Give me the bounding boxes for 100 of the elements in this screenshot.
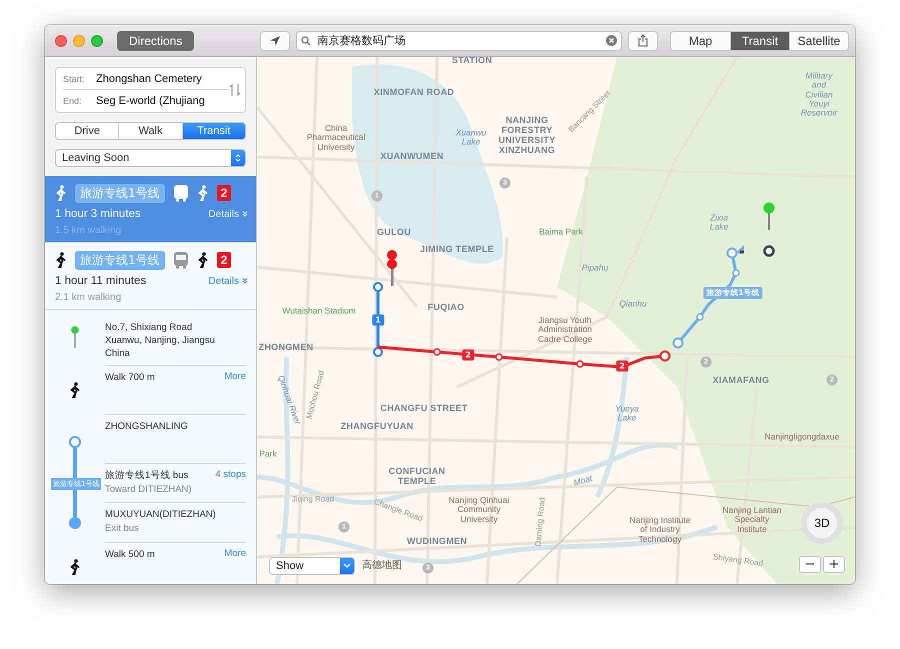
map-label: JIMING TEMPLE	[420, 245, 494, 255]
map-label: Nanjingligongdaxue	[764, 432, 840, 442]
walking-person-icon	[55, 185, 67, 201]
map-label: Jiqing Road	[292, 496, 334, 504]
search-field[interactable]: 南京赛格数码广场	[315, 33, 602, 48]
map-label: Nanjing Institute of Industry Technology	[630, 516, 690, 544]
route-option[interactable]: 旅游专线1号线 2 1 hour 3 minutes Details 1.5 km walking	[45, 176, 256, 243]
map-label: ZHANGFUYUAN	[340, 422, 414, 432]
pin-icon	[71, 326, 79, 348]
map-label: GULOU	[377, 228, 411, 238]
map-label: Wutaishan Stadium	[282, 306, 356, 316]
map-label: Military and Civilian Youyi Reservoir	[800, 72, 838, 118]
line-badge: 2	[616, 360, 628, 372]
line-number-tag: 2	[216, 252, 232, 268]
line-number-tag: 2	[216, 185, 232, 201]
map-label: Baima Park	[539, 227, 583, 237]
location-arrow-icon	[269, 34, 282, 46]
walking-person-icon	[55, 252, 67, 268]
map-label: Jiangsu Youth Administration Cadre College	[538, 316, 592, 344]
map-label: Park	[259, 449, 277, 459]
map-label: WUDINGMEN	[406, 537, 468, 547]
step-subtitle: Exit bus	[105, 523, 140, 534]
map-label: Pipahu	[582, 263, 608, 273]
field-label: End:	[63, 96, 83, 106]
chevron-down-icon	[343, 563, 351, 569]
view-tab[interactable]: Satellite	[789, 32, 848, 50]
map-label: XINMOFAN ROAD	[374, 88, 454, 98]
map-label: Xuanwu Lake	[456, 128, 486, 148]
chevron-down-icon	[242, 278, 248, 284]
start-field[interactable]: Zhongshan Cemetery	[96, 72, 221, 84]
map-label: Qianhu	[619, 299, 647, 309]
search-bar[interactable]: 南京赛格数码广场	[296, 30, 622, 50]
map-label: Shiyang Road	[712, 553, 764, 569]
walking-person-icon	[69, 382, 81, 398]
map-label: XUANWUMEN	[380, 152, 444, 162]
step-title: No.7, Shixiang Road Xuanwu, Nanjing, Jiangsu China	[105, 321, 216, 360]
map-label: Yueya Lake	[615, 404, 639, 424]
mode-tab[interactable]: Drive	[56, 123, 118, 139]
directions-button[interactable]: Directions	[117, 30, 194, 50]
walking-person-icon	[69, 559, 81, 575]
map-label: CHANGFU STREET	[380, 404, 468, 414]
walking-person-icon	[196, 185, 209, 201]
map-label: CONFUCIAN TEMPLE	[388, 467, 446, 487]
step-title: Walk 500 m	[105, 548, 155, 561]
bus-icon	[172, 184, 189, 202]
map-label: XIAMAFANG	[712, 376, 770, 386]
map-label: China Pharmaceutical University	[306, 124, 366, 152]
map-label: ZHONGMEN	[258, 343, 314, 353]
pin-icon	[386, 250, 398, 286]
zoom-button[interactable]	[91, 34, 103, 46]
route-end-icon	[763, 245, 775, 257]
line-tag: 旅游专线1号线	[75, 184, 165, 202]
map-label: NANJING FORESTRY UNIVERSITY XINZHUANG	[498, 116, 556, 156]
updown-icon	[235, 153, 241, 163]
mode-tab[interactable]: Transit	[182, 123, 245, 139]
line-tag: 旅游专线1号线	[75, 250, 165, 270]
route-duration: 1 hour 3 minutes	[55, 208, 141, 220]
route-duration: 1 hour 11 minutes	[55, 275, 146, 287]
map-label: Moat	[572, 474, 594, 488]
share-button[interactable]	[628, 30, 658, 50]
route-option[interactable]: 旅游专线1号线 2 1 hour 11 minutes Details 2.1 km walking	[45, 243, 256, 310]
provider-logo: 高德地图	[362, 558, 402, 572]
walking-person-icon	[196, 252, 209, 268]
map-label: Mochou Road	[305, 370, 327, 420]
view-tab[interactable]: Transit	[730, 32, 789, 50]
stop-circle-icon	[69, 436, 81, 448]
step-title: Walk 700 m	[105, 371, 155, 384]
show-select[interactable]: Show	[269, 557, 355, 575]
share-icon	[638, 34, 648, 47]
walking-distance: 2.1 km walking	[55, 292, 122, 303]
step-title: MUXUYUAN(DITIEZHAN)	[105, 508, 216, 521]
search-icon	[301, 36, 312, 46]
field-label: Start:	[63, 74, 86, 84]
step-title: ZHONGSHANLING	[105, 420, 188, 433]
swap-icon[interactable]	[229, 83, 241, 97]
map-label: Nanjing Lantian Specialty Institute	[722, 506, 782, 534]
line-badge: 2	[462, 350, 474, 360]
stop-dot-icon	[69, 517, 81, 529]
step-subtitle: Toward DITIEZHAN)	[105, 484, 192, 495]
map-label: FUQIAO	[428, 303, 464, 313]
chevron-down-icon	[242, 211, 248, 217]
view-tab[interactable]: Map	[671, 32, 730, 50]
zoom-out-button[interactable]: −	[799, 556, 821, 573]
clear-icon[interactable]	[606, 35, 618, 46]
minimize-button[interactable]	[73, 34, 85, 46]
line-badge: 1	[372, 314, 384, 326]
time-select[interactable]: Leaving Soon	[55, 149, 246, 167]
map-label: Daming Road	[534, 497, 548, 547]
map-label: Zixia Lake	[710, 214, 728, 232]
walking-distance: 1.5 km walking	[55, 225, 122, 236]
close-button[interactable]	[55, 34, 67, 46]
map-label: Nanjing Qinhuai Community University	[448, 496, 510, 524]
pin-icon	[763, 202, 775, 230]
map-label: STATION	[452, 57, 492, 66]
zoom-in-button[interactable]: +	[823, 556, 845, 573]
step-title: 旅游专线1号线 bus	[105, 469, 190, 482]
mode-tab[interactable]: Walk	[118, 123, 182, 139]
end-field[interactable]: Seg E-world (Zhujiang	[96, 95, 221, 107]
location-button[interactable]	[260, 30, 290, 50]
bus-icon	[172, 251, 189, 269]
